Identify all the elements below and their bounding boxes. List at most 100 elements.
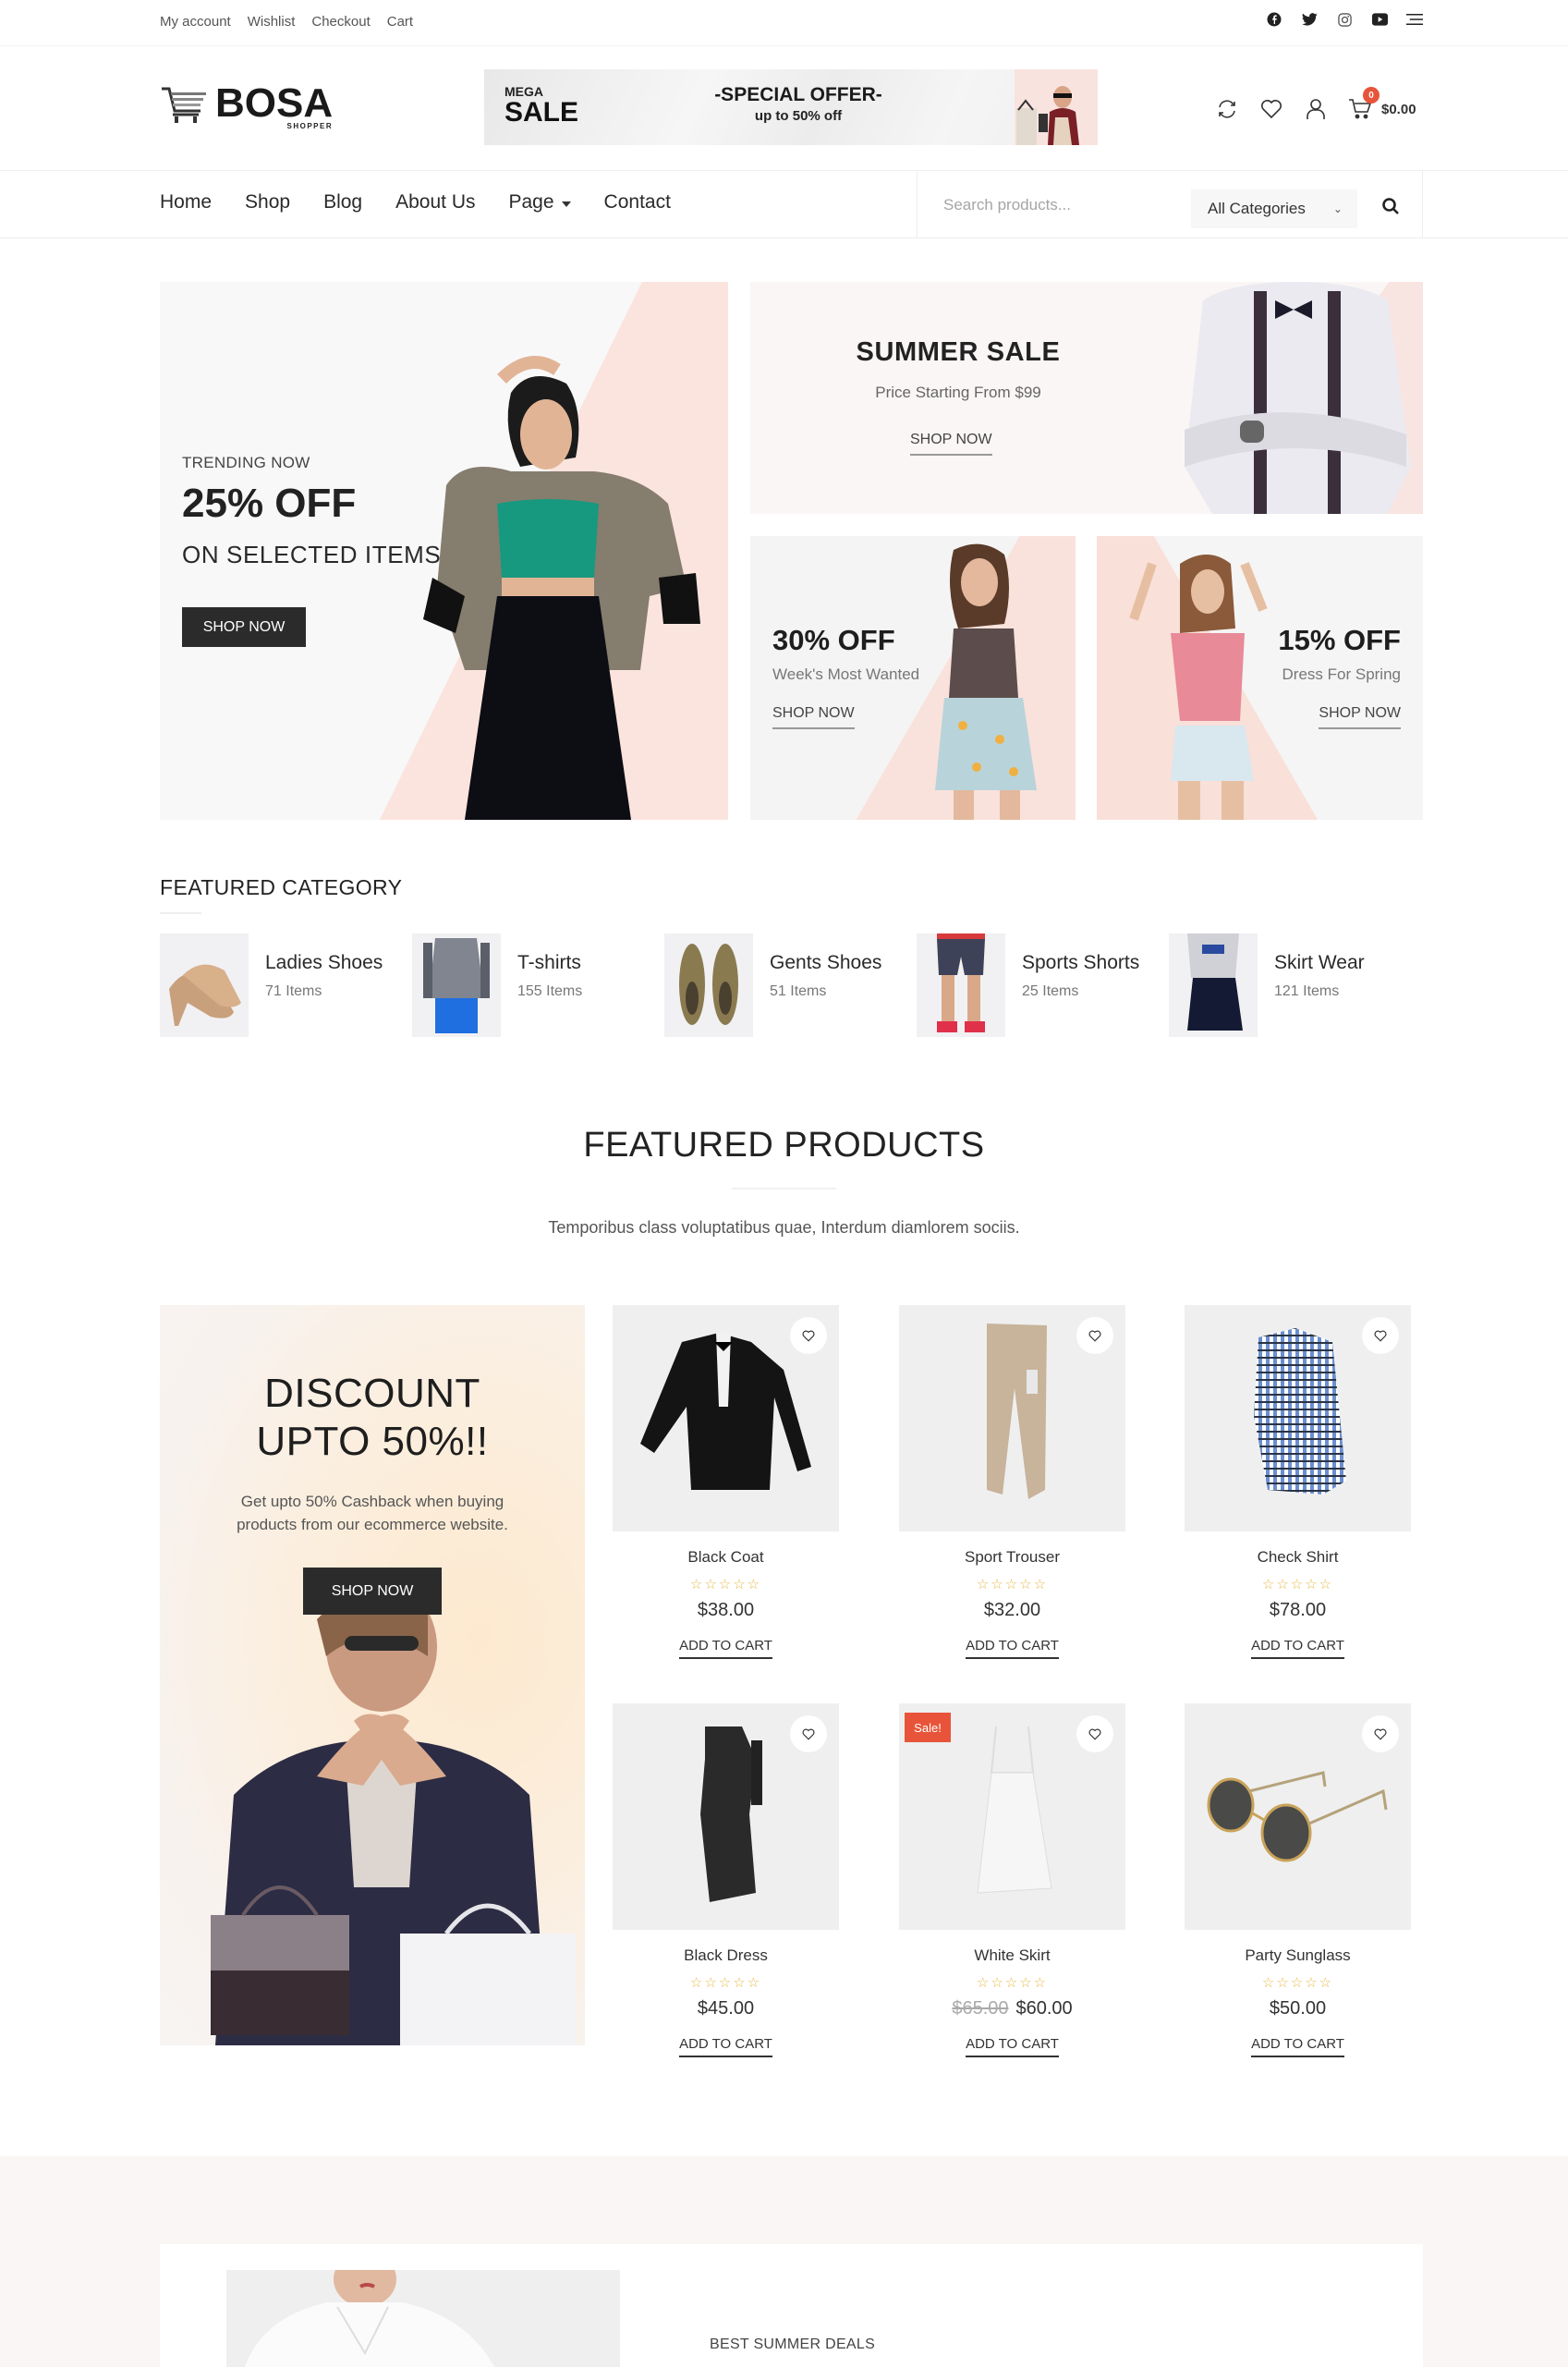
nav-label: Shop xyxy=(245,191,291,213)
product-card[interactable]: Black Coat ☆☆☆☆☆ $38.00 ADD TO CART xyxy=(613,1305,839,1659)
nav-item-shop[interactable]: Shop xyxy=(245,191,290,214)
product-name[interactable]: White Skirt xyxy=(899,1946,1125,1965)
product-image[interactable] xyxy=(899,1305,1125,1531)
nav-label: Page xyxy=(508,191,554,213)
chevron-down-icon: ⌄ xyxy=(1332,202,1343,215)
promo-30-shop-now-link[interactable]: SHOP NOW xyxy=(772,705,855,729)
youtube-icon[interactable] xyxy=(1371,11,1388,28)
current-price: $78.00 xyxy=(1269,1600,1327,1620)
promo-15-shop-now-link[interactable]: SHOP NOW xyxy=(1319,705,1401,729)
current-price: $60.00 xyxy=(1015,1998,1073,2019)
wishlist-link[interactable]: Wishlist xyxy=(248,14,296,30)
cart-link[interactable]: Cart xyxy=(387,14,413,30)
banner-headline: SALE xyxy=(504,97,579,128)
add-to-cart-button[interactable]: ADD TO CART xyxy=(679,1638,772,1659)
site-logo[interactable]: BOSA SHOPPER xyxy=(160,80,334,130)
heart-icon xyxy=(1374,1330,1387,1342)
promo-shop-now-button[interactable]: SHOP NOW xyxy=(303,1568,442,1615)
add-to-wishlist-button[interactable] xyxy=(790,1317,827,1354)
instagram-icon[interactable] xyxy=(1336,11,1353,28)
header: BOSA SHOPPER MEGA SALE -SPECIAL OFFER- u… xyxy=(0,46,1568,171)
summer-sale-shop-now-link[interactable]: SHOP NOW xyxy=(910,432,992,456)
category-item[interactable]: T-shirts 155 Items xyxy=(412,933,664,1037)
category-count: 51 Items xyxy=(770,983,827,999)
add-to-cart-button[interactable]: ADD TO CART xyxy=(1251,2036,1344,2057)
social-links xyxy=(1266,11,1423,28)
search-icon xyxy=(1382,198,1399,214)
logo-tagline: SHOPPER xyxy=(286,122,334,130)
promo-text: Get upto 50% Cashback when buying produc… xyxy=(237,1493,508,1533)
product-name[interactable]: Check Shirt xyxy=(1185,1548,1411,1567)
category-count: 71 Items xyxy=(265,983,322,999)
product-image[interactable] xyxy=(613,1703,839,1930)
product-image[interactable] xyxy=(613,1305,839,1531)
nav-item-contact[interactable]: Contact xyxy=(604,191,671,214)
current-price: $45.00 xyxy=(697,1998,755,2019)
product-name[interactable]: Sport Trouser xyxy=(899,1548,1125,1567)
compare-icon[interactable] xyxy=(1215,97,1239,121)
product-card[interactable]: Sport Trouser ☆☆☆☆☆ $32.00 ADD TO CART xyxy=(899,1305,1125,1659)
product-card[interactable]: Party Sunglass ☆☆☆☆☆ $50.00 ADD TO CART xyxy=(1185,1703,1411,2057)
product-rating: ☆☆☆☆☆ xyxy=(689,1577,762,1592)
banner-model-image xyxy=(1016,86,1079,145)
product-image[interactable] xyxy=(1185,1305,1411,1531)
cart-button[interactable]: 0 $0.00 xyxy=(1348,87,1416,120)
product-image[interactable] xyxy=(1185,1703,1411,1930)
add-to-cart-button[interactable]: ADD TO CART xyxy=(1251,1638,1344,1659)
facebook-icon[interactable] xyxy=(1266,11,1282,28)
section-underline xyxy=(160,912,201,914)
header-promo-banner[interactable]: MEGA SALE -SPECIAL OFFER- up to 50% off xyxy=(484,69,1098,145)
category-thumbnail xyxy=(1169,933,1258,1037)
featured-products-title: FEATURED PRODUCTS xyxy=(583,1126,985,1165)
add-to-cart-button[interactable]: ADD TO CART xyxy=(679,2036,772,2057)
my-account-link[interactable]: My account xyxy=(160,14,231,30)
product-card[interactable]: Black Dress ☆☆☆☆☆ $45.00 ADD TO CART xyxy=(613,1703,839,2057)
product-name[interactable]: Black Dress xyxy=(613,1946,839,1965)
add-to-cart-button[interactable]: ADD TO CART xyxy=(966,2036,1059,2057)
summer-sale-subtitle: Price Starting From $99 xyxy=(875,384,1041,401)
category-thumbnail xyxy=(917,933,1005,1037)
search-input[interactable] xyxy=(943,191,1184,219)
hero-kicker: TRENDING NOW xyxy=(182,454,310,471)
logo-brand: BOSA xyxy=(215,80,334,126)
add-to-wishlist-button[interactable] xyxy=(1362,1317,1399,1354)
category-item[interactable]: Sports Shorts 25 Items xyxy=(917,933,1169,1037)
checkout-link[interactable]: Checkout xyxy=(311,14,370,30)
nav-item-about-us[interactable]: About Us xyxy=(395,191,475,214)
current-price: $32.00 xyxy=(983,1600,1041,1620)
add-to-wishlist-button[interactable] xyxy=(1076,1317,1113,1354)
heart-icon xyxy=(1088,1728,1101,1740)
product-name[interactable]: Party Sunglass xyxy=(1185,1946,1411,1965)
hero-shop-now-button[interactable]: SHOP NOW xyxy=(182,607,306,647)
wishlist-icon[interactable] xyxy=(1259,97,1283,121)
featured-products-subtitle: Temporibus class voluptatibus quae, Inte… xyxy=(548,1218,1020,1237)
add-to-wishlist-button[interactable] xyxy=(1362,1715,1399,1752)
product-image[interactable]: Sale! xyxy=(899,1703,1125,1930)
category-item[interactable]: Skirt Wear 121 Items xyxy=(1169,933,1421,1037)
product-name[interactable]: Black Coat xyxy=(613,1548,839,1567)
caret-down-icon xyxy=(561,201,571,207)
promo-headline: DISCOUNT UPTO 50%!! xyxy=(160,1370,585,1466)
nav-menu: Home Shop Blog About Us Page Contact xyxy=(160,191,671,214)
menu-icon[interactable] xyxy=(1406,11,1423,28)
add-to-cart-button[interactable]: ADD TO CART xyxy=(966,1638,1059,1659)
category-item[interactable]: Gents Shoes 51 Items xyxy=(664,933,917,1037)
product-price: $78.00 xyxy=(1185,1600,1411,1621)
hero-model-image xyxy=(423,356,700,820)
product-card[interactable]: Check Shirt ☆☆☆☆☆ $78.00 ADD TO CART xyxy=(1185,1305,1411,1659)
add-to-wishlist-button[interactable] xyxy=(1076,1715,1113,1752)
nav-item-page[interactable]: Page xyxy=(509,191,571,214)
twitter-icon[interactable] xyxy=(1301,11,1318,28)
category-item[interactable]: Ladies Shoes 71 Items xyxy=(160,933,412,1037)
product-price: $45.00 xyxy=(613,1998,839,2019)
product-card[interactable]: Sale! White Skirt ☆☆☆☆☆ $65.00 $60.00 ADD… xyxy=(899,1703,1125,2057)
nav-item-home[interactable]: Home xyxy=(160,191,212,214)
product-rating: ☆☆☆☆☆ xyxy=(689,1975,762,1991)
search-button[interactable] xyxy=(1378,193,1404,219)
category-select[interactable]: All Categories ⌄ xyxy=(1191,189,1357,228)
nav-item-blog[interactable]: Blog xyxy=(323,191,362,214)
header-actions: 0 $0.00 xyxy=(1215,87,1416,121)
add-to-wishlist-button[interactable] xyxy=(790,1715,827,1752)
product-price: $38.00 xyxy=(613,1600,839,1621)
account-icon[interactable] xyxy=(1304,97,1328,121)
